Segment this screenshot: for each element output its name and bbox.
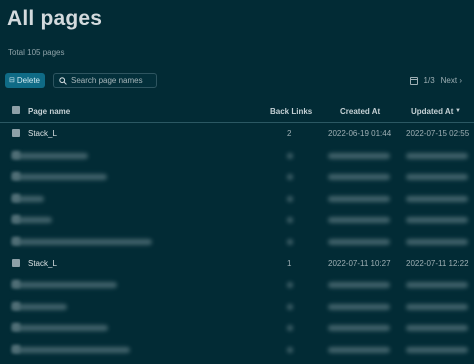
updated-at: 2022-07-15 02:55 — [406, 129, 470, 138]
table-row-redacted[interactable] — [0, 188, 474, 210]
caret-down-icon[interactable]: ▼ — [455, 108, 461, 114]
redacted-name — [12, 325, 108, 332]
next-label: Next — [440, 76, 458, 85]
redacted-name — [12, 174, 107, 181]
redacted-name — [12, 217, 52, 224]
table-row-redacted[interactable] — [0, 166, 474, 188]
redacted-created — [328, 346, 390, 353]
redacted-created — [328, 325, 390, 332]
table-row-redacted[interactable] — [0, 209, 474, 231]
redacted-updated — [406, 152, 468, 159]
table-row[interactable]: Stack_L 1 2022-07-11 10:27 2022-07-11 12… — [0, 253, 474, 275]
redacted-updated — [406, 217, 468, 224]
redacted-links — [287, 346, 293, 353]
redacted-name — [12, 346, 130, 353]
page-indicator: 1/3 — [423, 76, 435, 85]
redacted-created — [328, 152, 390, 159]
redacted-name — [12, 282, 117, 289]
redacted-links — [287, 152, 293, 159]
table-row-redacted[interactable] — [0, 296, 474, 318]
redacted-created — [328, 282, 390, 289]
redacted-links — [287, 217, 293, 224]
redacted-links — [287, 303, 293, 310]
delete-label: Delete — [16, 76, 40, 85]
column-updated-at[interactable]: Updated At — [411, 107, 453, 116]
back-links-count: 1 — [287, 258, 292, 268]
page-title: All pages — [7, 7, 103, 30]
redacted-created — [328, 238, 390, 245]
search-input[interactable] — [71, 76, 156, 85]
redacted-created — [328, 217, 390, 224]
redacted-updated — [406, 282, 468, 289]
redacted-created — [328, 195, 390, 202]
table-row-redacted[interactable] — [0, 317, 474, 339]
search-icon — [59, 76, 67, 85]
table-row[interactable]: Stack_L 2 2022-06-19 01:44 2022-07-15 02… — [0, 123, 474, 145]
column-created-at[interactable]: Created At — [340, 107, 380, 116]
redacted-updated — [406, 195, 468, 202]
updated-at: 2022-07-11 12:22 — [406, 258, 469, 268]
toolbar: ⊟ Delete 1/3 Next › — [5, 73, 474, 88]
total-pages-count: Total 105 pages — [8, 48, 65, 57]
redacted-updated — [406, 303, 468, 310]
table-row-redacted[interactable] — [0, 339, 474, 361]
table-row-redacted[interactable] — [0, 145, 474, 167]
back-links-count: 2 — [287, 129, 292, 138]
redacted-updated — [406, 325, 468, 332]
row-checkbox[interactable] — [12, 258, 20, 267]
redacted-name — [12, 195, 44, 202]
created-at: 2022-06-19 01:44 — [328, 129, 392, 138]
redacted-links — [287, 195, 293, 202]
pagination: 1/3 Next › — [409, 73, 462, 88]
redacted-links — [287, 174, 293, 181]
table-row-redacted[interactable] — [0, 274, 474, 296]
search-box[interactable] — [53, 73, 157, 88]
chevron-right-icon: › — [459, 76, 462, 85]
redacted-name — [12, 303, 67, 310]
calendar-icon[interactable] — [409, 76, 418, 85]
redacted-updated — [406, 238, 468, 245]
redacted-updated — [406, 174, 468, 181]
redacted-created — [328, 174, 390, 181]
redacted-links — [287, 325, 293, 332]
column-back-links[interactable]: Back Links — [270, 107, 312, 116]
table-body: Stack_L 2 2022-06-19 01:44 2022-07-15 02… — [0, 123, 474, 361]
row-checkbox[interactable] — [12, 129, 20, 137]
page-name-link[interactable]: Stack_L — [28, 259, 57, 268]
redacted-name — [12, 238, 152, 245]
created-at: 2022-07-11 10:27 — [328, 258, 391, 268]
redacted-links — [287, 238, 293, 245]
redacted-created — [328, 303, 390, 310]
redacted-name — [12, 152, 88, 159]
page-name-link[interactable]: Stack_L — [28, 129, 57, 138]
select-all-checkbox[interactable] — [12, 106, 20, 114]
redacted-links — [287, 282, 293, 289]
table-header: Page name Back Links Created At Updated … — [0, 104, 474, 123]
trash-icon: ⊟ — [9, 77, 15, 84]
next-button[interactable]: Next › — [441, 76, 462, 85]
redacted-updated — [406, 346, 468, 353]
table-row-redacted[interactable] — [0, 231, 474, 253]
delete-button[interactable]: ⊟ Delete — [5, 73, 45, 88]
column-page-name[interactable]: Page name — [28, 107, 70, 116]
